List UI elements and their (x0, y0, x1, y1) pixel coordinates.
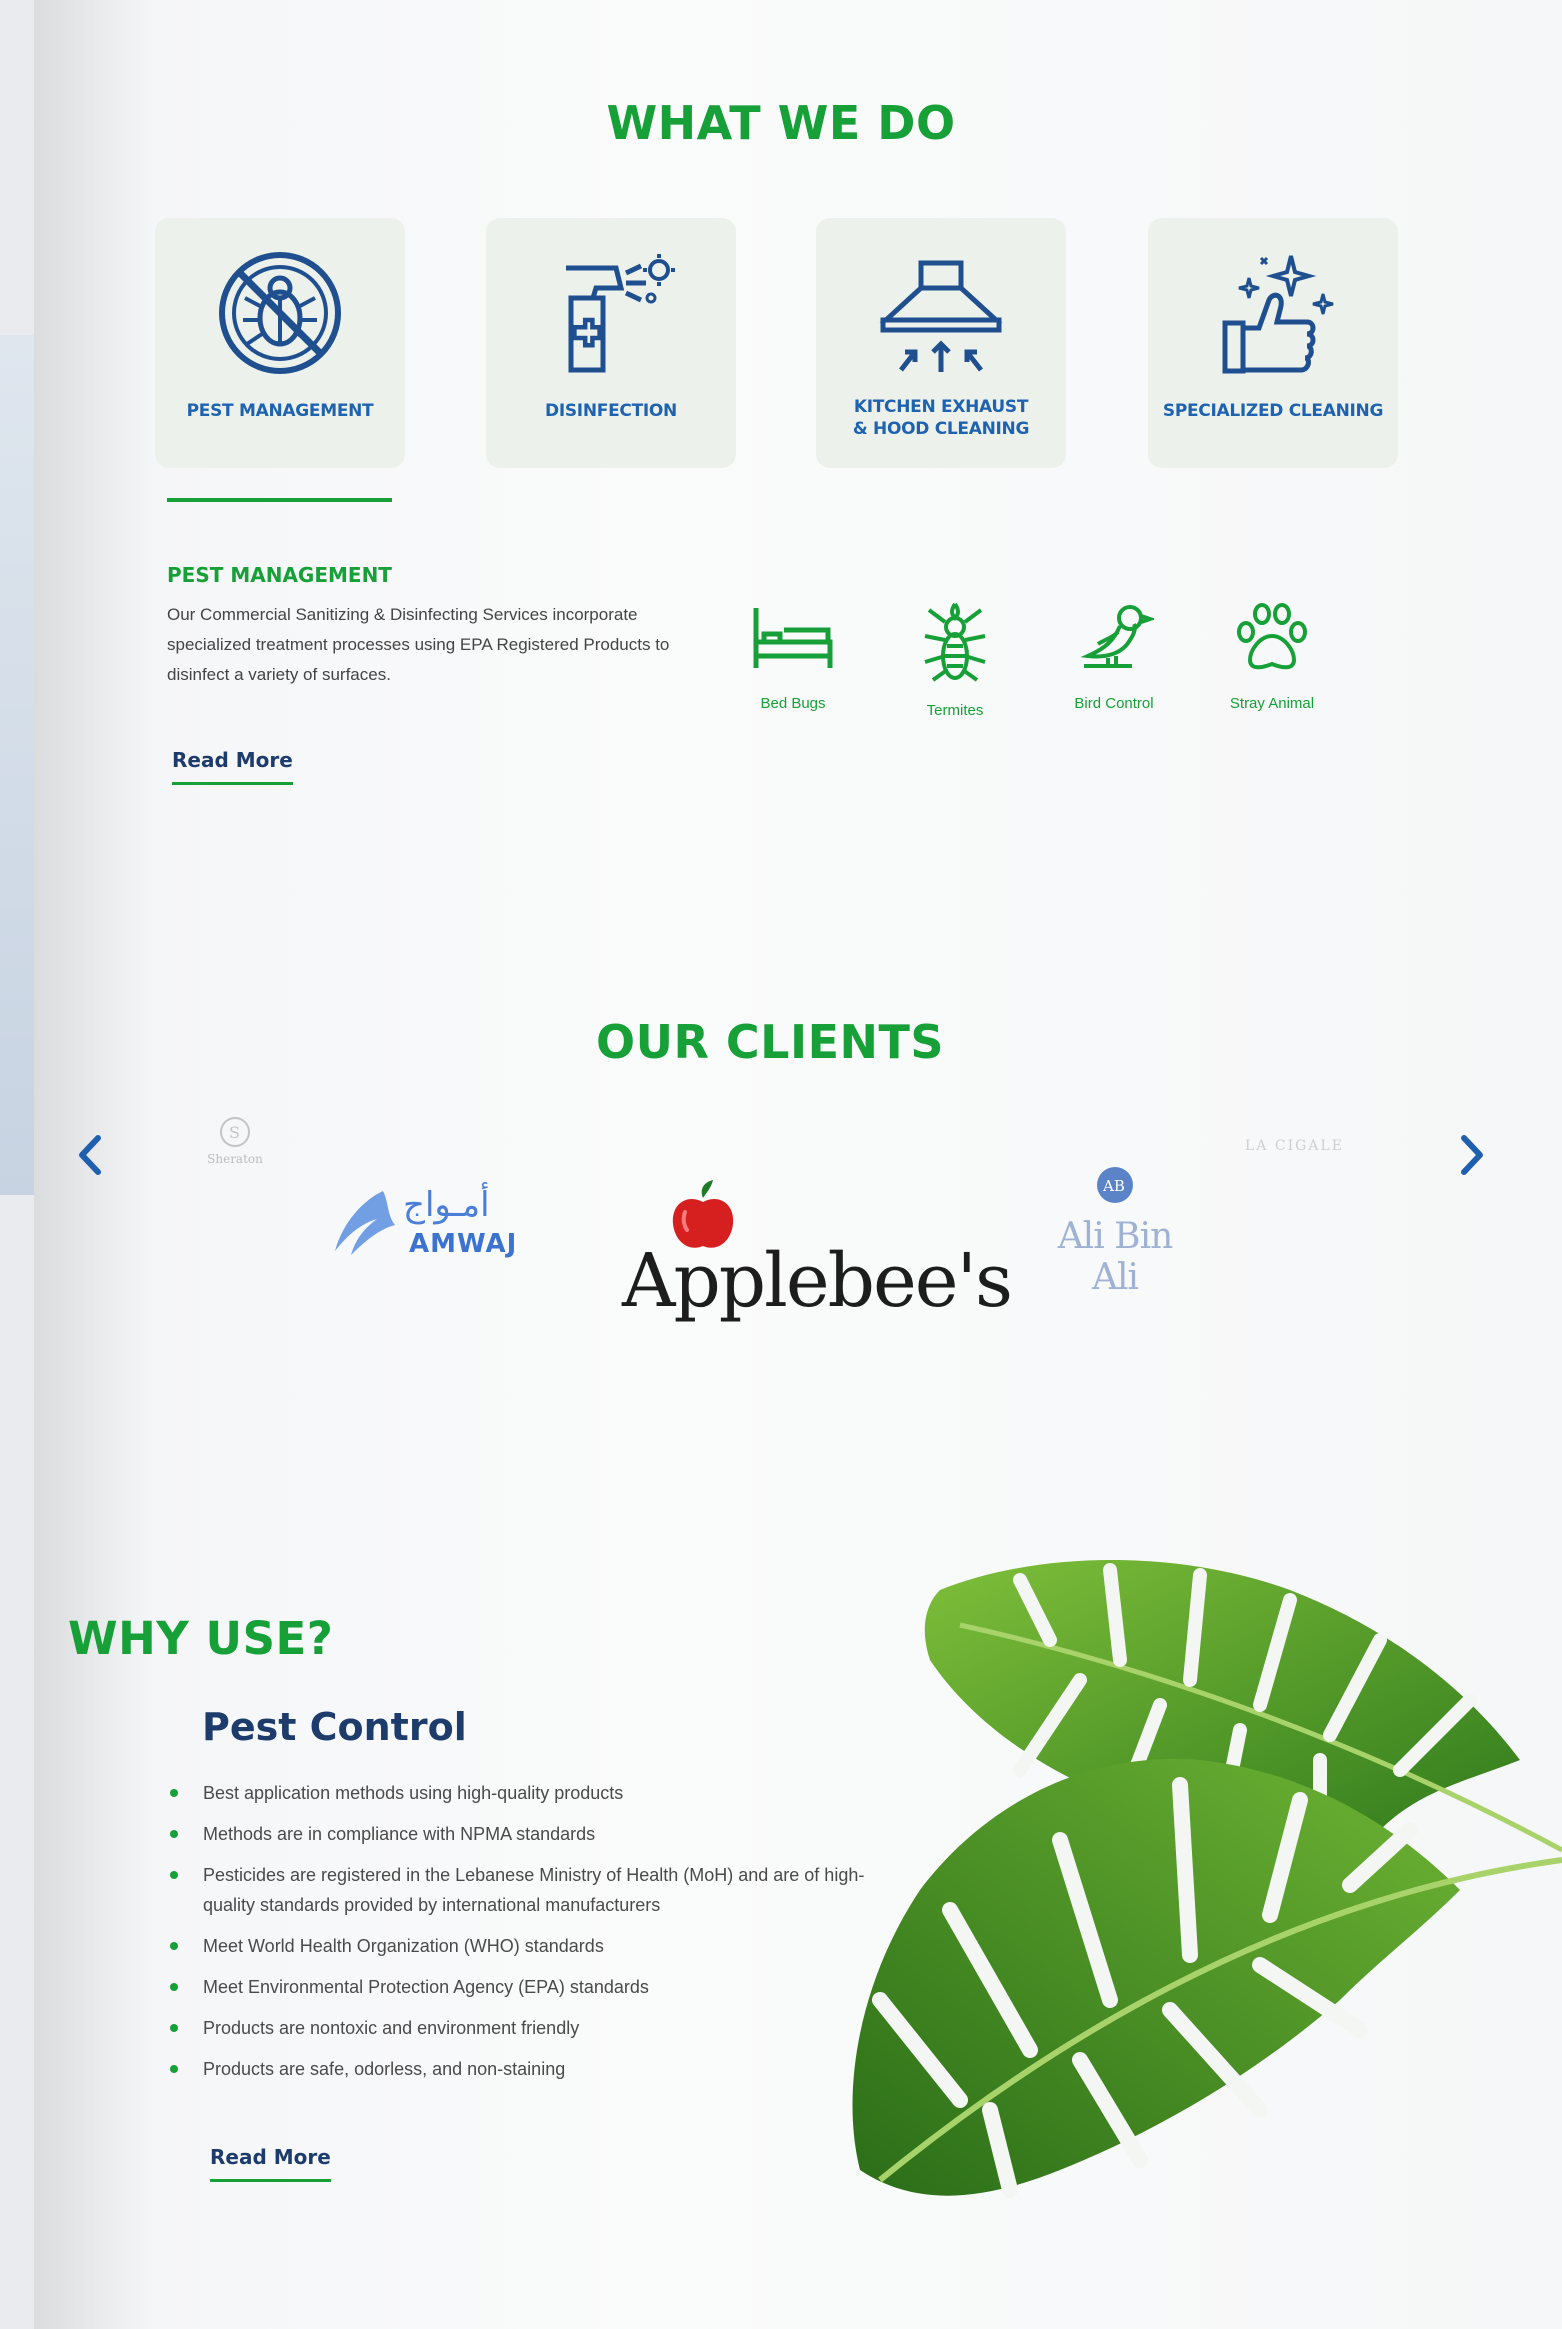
pest-item-termites[interactable]: Termites (890, 600, 1020, 719)
client-logo-ali-bin-ali[interactable]: AB Ali Bin Ali (1030, 1165, 1200, 1298)
pest-item-bird-control[interactable]: Bird Control (1049, 600, 1179, 712)
active-tab-underline (167, 498, 392, 502)
applebees-wordmark: Applebee's (622, 1238, 1013, 1324)
list-item: Meet Environmental Protection Agency (EP… (170, 1972, 880, 2002)
list-item: Products are safe, odorless, and non-sta… (170, 2054, 880, 2084)
pest-control-heading: Pest Control (202, 1705, 467, 1749)
carousel-prev-arrow-icon[interactable] (74, 1130, 110, 1180)
svg-text:S: S (229, 1123, 240, 1142)
list-item: Pesticides are registered in the Lebanes… (170, 1860, 880, 1920)
svg-text:AB: AB (1102, 1177, 1125, 1195)
bed-icon (753, 608, 833, 668)
exhaust-hood-icon (879, 260, 1003, 372)
client-logo-applebees[interactable]: Applebee's (615, 1180, 1013, 1330)
bird-icon (1080, 605, 1154, 668)
list-item: Methods are in compliance with NPMA stan… (170, 1819, 880, 1849)
sheraton-emblem-icon: S (220, 1117, 250, 1147)
pest-label: Termites (926, 702, 984, 719)
service-label: DISINFECTION (545, 401, 677, 421)
amwaj-wave-icon (335, 1191, 395, 1255)
service-label: PEST MANAGEMENT (186, 401, 374, 421)
amwaj-arabic-wordmark: أمـواج (403, 1185, 490, 1225)
client-logo-partial[interactable]: LA CIGALE (1245, 1138, 1415, 1154)
benefits-list: Best application methods using high-qual… (170, 1778, 880, 2095)
list-item: Meet World Health Organization (WHO) sta… (170, 1931, 880, 1961)
thumbs-up-sparkle-icon (1222, 255, 1334, 374)
service-card-specialized-cleaning[interactable]: SPECIALIZED CLEANING (1148, 218, 1398, 468)
service-detail-description: Our Commercial Sanitizing & Disinfecting… (167, 605, 670, 684)
monstera-leaf-image (852, 1560, 1562, 2198)
service-card-pest-management[interactable]: PEST MANAGEMENT (155, 218, 405, 468)
why-use-heading: WHY USE? (68, 1612, 334, 1665)
termite-icon (924, 602, 986, 682)
carousel-next-arrow-icon[interactable] (1452, 1130, 1488, 1180)
service-card-disinfection[interactable]: DISINFECTION (486, 218, 736, 468)
service-card-kitchen-exhaust[interactable]: KITCHEN EXHAUST & HOOD CLEANING (816, 218, 1066, 468)
list-item: Products are nontoxic and environment fr… (170, 2013, 880, 2043)
what-we-do-heading: WHAT WE DO (606, 96, 956, 150)
service-label: SPECIALIZED CLEANING (1162, 401, 1384, 421)
pest-label: Stray Animal (1229, 695, 1315, 712)
pest-label: Bird Control (1074, 695, 1154, 712)
spray-bottle-icon (566, 254, 675, 373)
pest-item-stray-animal[interactable]: Stray Animal (1207, 600, 1337, 712)
our-clients-heading: OUR CLIENTS (595, 1015, 944, 1069)
service-detail-title: PEST MANAGEMENT (167, 563, 392, 587)
ali-bin-ali-wordmark: Ali Bin Ali (1057, 1216, 1174, 1298)
pest-label: Bed Bugs (760, 695, 826, 712)
list-item: Best application methods using high-qual… (170, 1778, 880, 1808)
service-label: KITCHEN EXHAUST & HOOD CLEANING (852, 397, 1030, 439)
pest-item-bed-bugs[interactable]: Bed Bugs (728, 600, 858, 712)
read-more-link[interactable]: Read More (172, 748, 293, 785)
partial-client-wordmark: LA CIGALE (1245, 1138, 1344, 1154)
sheraton-wordmark: Sheraton (207, 1152, 263, 1166)
amwaj-wordmark: AMWAJ (409, 1229, 518, 1259)
client-logo-sheraton[interactable]: S Sheraton (185, 1115, 285, 1166)
ali-bin-ali-emblem-icon: AB (1097, 1167, 1133, 1203)
read-more-link[interactable]: Read More (210, 2145, 331, 2182)
paw-icon (1237, 603, 1307, 670)
no-bug-icon (219, 252, 341, 374)
